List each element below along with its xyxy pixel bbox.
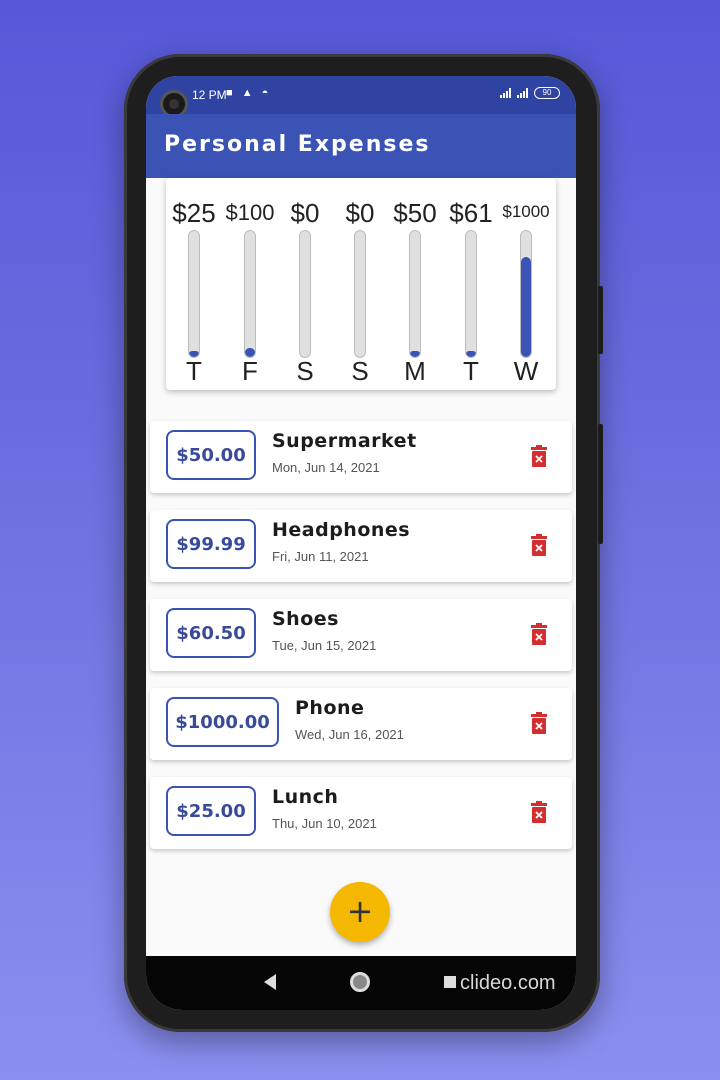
bar-amount: $0 [345,198,375,228]
trash-icon[interactable] [530,623,548,645]
chart-bar: $50 M [387,178,443,390]
bar-track [244,230,256,358]
app-bar: Personal Expenses [146,114,576,178]
transaction-title: Shoes [272,608,339,630]
weekly-chart: $25 T $100 F $0 S $0 S $50 M $61 T $1000… [166,178,556,390]
amount-text: $60.50 [176,622,246,644]
bar-day-label: S [351,356,369,386]
chart-bar: $100 F [222,178,278,390]
bar-track [354,230,366,358]
add-transaction-button[interactable]: + [330,882,390,942]
transaction-title: Supermarket [272,430,417,452]
bar-track [520,230,532,358]
bar-fill [521,257,531,357]
bar-day-label: F [242,356,258,386]
bar-amount: $50 [393,198,437,228]
navigation-bar: clideo.com [146,956,576,1010]
status-right: 90 [500,87,560,99]
trash-icon[interactable] [530,801,548,823]
amount-chip: $1000.00 [166,697,279,747]
power-button [598,286,603,354]
transaction-date: Thu, Jun 10, 2021 [272,816,377,831]
screen: 12 PM ■ ▲ ◓ 90 Personal Expenses $25 T $… [146,76,576,1010]
transaction-date: Tue, Jun 15, 2021 [272,638,377,653]
amount-text: $25.00 [176,800,246,822]
status-bar: 12 PM ■ ▲ ◓ 90 [146,76,576,118]
transaction-card[interactable]: $60.50 Shoes Tue, Jun 15, 2021 [150,599,572,671]
transaction-title: Headphones [272,519,411,541]
notification-icons: ■ ▲ ◓ [226,87,272,99]
signal-icon [517,88,528,98]
amount-chip: $60.50 [166,608,256,658]
transaction-card[interactable]: $25.00 Lunch Thu, Jun 10, 2021 [150,777,572,849]
app-title: Personal Expenses [164,132,431,157]
bar-track [465,230,477,358]
chart-bar: $1000 W [498,178,554,390]
amount-chip: $50.00 [166,430,256,480]
phone-frame: 12 PM ■ ▲ ◓ 90 Personal Expenses $25 T $… [124,54,603,1032]
bar-amount: $100 [225,200,275,225]
amount-text: $99.99 [176,533,246,555]
transaction-card[interactable]: $99.99 Headphones Fri, Jun 11, 2021 [150,510,572,582]
watermark: clideo.com [460,972,556,994]
chart-bar: $0 S [332,178,388,390]
home-icon[interactable] [350,972,370,992]
transaction-date: Fri, Jun 11, 2021 [272,549,369,564]
transaction-card[interactable]: $50.00 Supermarket Mon, Jun 14, 2021 [150,421,572,493]
bar-track [299,230,311,358]
status-time: 12 PM [192,88,227,102]
trash-icon[interactable] [530,445,548,467]
amount-text: $1000.00 [175,711,270,733]
bar-track [188,230,200,358]
bar-day-label: T [463,356,479,386]
amount-text: $50.00 [176,444,246,466]
bar-amount: $0 [290,198,320,228]
trash-icon[interactable] [530,534,548,556]
transaction-card[interactable]: $1000.00 Phone Wed, Jun 16, 2021 [150,688,572,760]
back-icon[interactable] [264,974,276,990]
bar-amount: $1000 [502,202,550,221]
transaction-date: Mon, Jun 14, 2021 [272,460,380,475]
recent-apps-icon[interactable] [444,976,456,988]
signal-icon [500,88,511,98]
transaction-title: Phone [295,697,365,719]
bar-track [409,230,421,358]
chart-bar: $25 T [166,178,222,390]
battery-icon: 90 [534,87,560,99]
trash-icon[interactable] [530,712,548,734]
bar-amount: $25 [172,198,216,228]
amount-chip: $25.00 [166,786,256,836]
chart-bar: $0 S [277,178,333,390]
bar-day-label: T [186,356,202,386]
transaction-title: Lunch [272,786,339,808]
bar-day-label: M [404,356,426,386]
bar-day-label: W [513,356,539,386]
bar-day-label: S [296,356,314,386]
bar-amount: $61 [449,198,493,228]
amount-chip: $99.99 [166,519,256,569]
transaction-date: Wed, Jun 16, 2021 [295,727,404,742]
transaction-list: $50.00 Supermarket Mon, Jun 14, 2021 $99… [150,421,572,866]
chart-bar: $61 T [443,178,499,390]
volume-button [598,424,603,544]
